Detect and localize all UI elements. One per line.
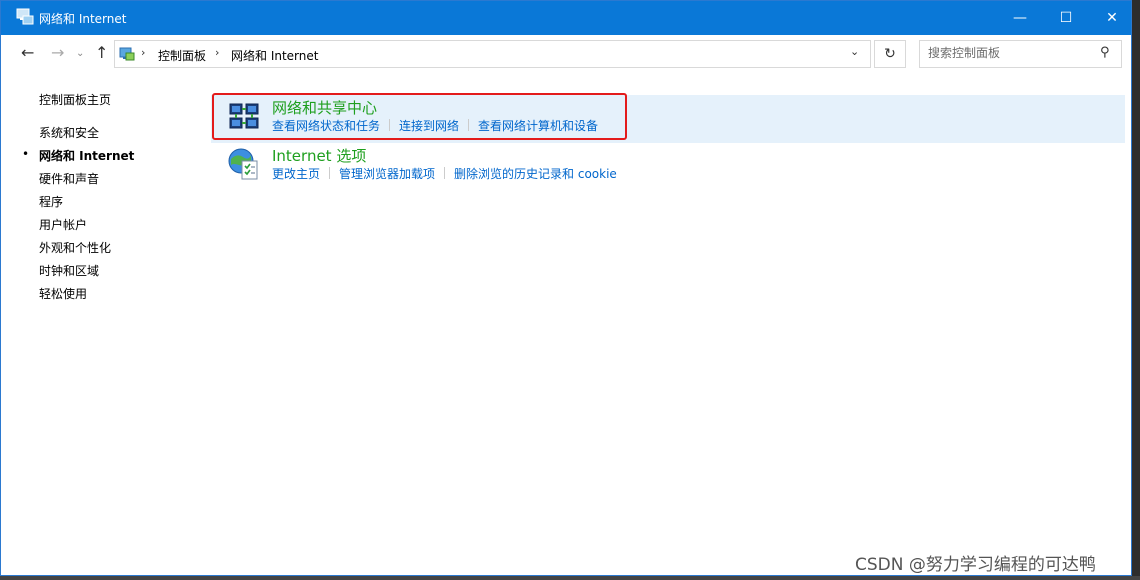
forward-arrow-icon[interactable]: → <box>51 43 64 62</box>
breadcrumb-control-panel[interactable]: 控制面板 <box>158 47 206 64</box>
title-bar[interactable]: 网络和 Internet — ☐ ✕ <box>1 1 1131 35</box>
search-input[interactable] <box>928 46 1088 60</box>
internet-options-icon <box>228 148 258 180</box>
sidebar-item-network-internet[interactable]: 网络和 Internet <box>39 147 134 164</box>
category-links: 更改主页 管理浏览器加载项 删除浏览的历史记录和 cookie <box>272 165 617 182</box>
link-change-home-page[interactable]: 更改主页 <box>272 167 320 181</box>
category-title[interactable]: Internet 选项 <box>272 145 366 166</box>
link-divider <box>444 167 446 179</box>
control-panel-icon <box>119 47 135 61</box>
breadcrumb-network-internet[interactable]: 网络和 Internet <box>231 47 318 64</box>
sidebar-item-hardware-sound[interactable]: 硬件和声音 <box>39 170 99 187</box>
sidebar-item-control-panel-home[interactable]: 控制面板主页 <box>39 91 111 108</box>
maximize-button[interactable]: ☐ <box>1043 1 1089 35</box>
minimize-button[interactable]: — <box>997 1 1043 35</box>
background-window-bottom <box>0 576 1140 580</box>
sidebar-item-appearance[interactable]: 外观和个性化 <box>39 239 111 256</box>
background-window-edge <box>1132 0 1140 580</box>
sidebar-item-system-security[interactable]: 系统和安全 <box>39 124 99 141</box>
category-internet-options: Internet 选项 更改主页 管理浏览器加载项 删除浏览的历史记录和 cooki… <box>211 143 1125 191</box>
search-box[interactable]: ⚲ <box>919 40 1122 68</box>
sidebar-item-clock-region[interactable]: 时钟和区域 <box>39 262 99 279</box>
back-arrow-icon[interactable]: ← <box>21 43 34 62</box>
search-icon[interactable]: ⚲ <box>1100 45 1110 60</box>
sidebar-item-ease-of-access[interactable]: 轻松使用 <box>39 285 87 302</box>
breadcrumb-separator[interactable]: › <box>215 46 219 59</box>
link-divider <box>329 167 331 179</box>
up-arrow-icon[interactable]: ↑ <box>95 43 108 62</box>
link-manage-addons[interactable]: 管理浏览器加载项 <box>339 167 435 181</box>
sidebar-item-programs[interactable]: 程序 <box>39 193 63 210</box>
control-panel-window: 网络和 Internet — ☐ ✕ ← → ⌄ ↑ › 控制面板 › 网络和 … <box>0 0 1132 576</box>
window-title: 网络和 Internet <box>39 12 127 26</box>
close-button[interactable]: ✕ <box>1089 1 1131 35</box>
red-highlight-box <box>212 93 627 140</box>
sidebar-item-user-accounts[interactable]: 用户帐户 <box>39 216 87 233</box>
address-bar[interactable]: › 控制面板 › 网络和 Internet ⌄ <box>114 40 871 68</box>
navigation-bar: ← → ⌄ ↑ › 控制面板 › 网络和 Internet ⌄ ↻ ⚲ <box>1 35 1131 73</box>
active-bullet: • <box>22 147 30 161</box>
address-dropdown-chevron-icon[interactable]: ⌄ <box>850 45 859 58</box>
recent-locations-chevron-icon[interactable]: ⌄ <box>76 48 84 59</box>
link-delete-browsing-history[interactable]: 删除浏览的历史记录和 cookie <box>454 167 617 181</box>
watermark: CSDN @努力学习编程的可达鸭 <box>855 555 1096 575</box>
breadcrumb-separator[interactable]: › <box>141 46 145 59</box>
refresh-button[interactable]: ↻ <box>874 40 906 68</box>
network-window-icon <box>16 8 34 25</box>
